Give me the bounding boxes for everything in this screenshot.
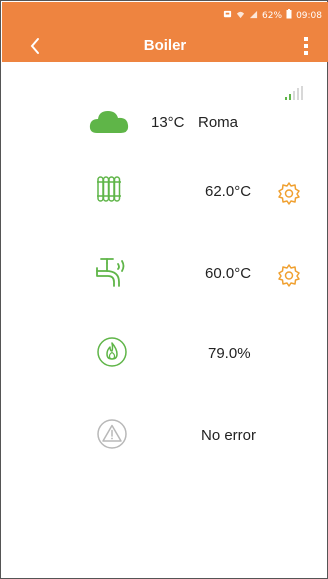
- battery-percent: 62%: [262, 10, 283, 21]
- screen: 62% 09:08 Boiler 13°C Roma 62.0°C 60.0°C…: [0, 0, 328, 579]
- more-vert-icon: [304, 37, 308, 55]
- wifi-icon: [236, 10, 245, 22]
- modulation-row: 79.0%: [2, 334, 328, 374]
- warning-icon: [96, 418, 128, 450]
- weather-temperature: 13°C: [151, 114, 185, 131]
- overflow-menu-button[interactable]: [296, 33, 316, 59]
- heating-settings-button[interactable]: [277, 181, 301, 205]
- hot-water-settings-button[interactable]: [277, 263, 301, 287]
- cell-signal-icon: [249, 10, 258, 22]
- cloud-icon: [89, 108, 129, 134]
- battery-icon: [286, 9, 292, 22]
- gear-icon: [278, 264, 300, 287]
- gear-icon: [278, 182, 300, 205]
- clock: 09:08: [296, 10, 322, 21]
- error-row: No error: [2, 416, 328, 456]
- signal-strength-icon: [285, 86, 303, 105]
- heating-row: 62.0°C: [2, 170, 328, 210]
- hot-water-temperature: 60.0°C: [205, 265, 252, 282]
- heating-temperature: 62.0°C: [205, 183, 252, 200]
- faucet-icon: [94, 254, 126, 288]
- app-bar: Boiler: [2, 30, 328, 62]
- flame-icon: [96, 336, 128, 368]
- modulation-value: 79.0%: [208, 345, 251, 362]
- notification-icon: [223, 10, 232, 22]
- weather-city: Roma: [198, 114, 239, 131]
- error-status: No error: [201, 427, 257, 444]
- page-title: Boiler: [143, 37, 187, 54]
- hot-water-row: 60.0°C: [2, 252, 328, 292]
- radiator-icon: [97, 174, 121, 204]
- status-bar: 62% 09:08: [2, 2, 328, 30]
- weather-row: 13°C Roma: [2, 104, 328, 144]
